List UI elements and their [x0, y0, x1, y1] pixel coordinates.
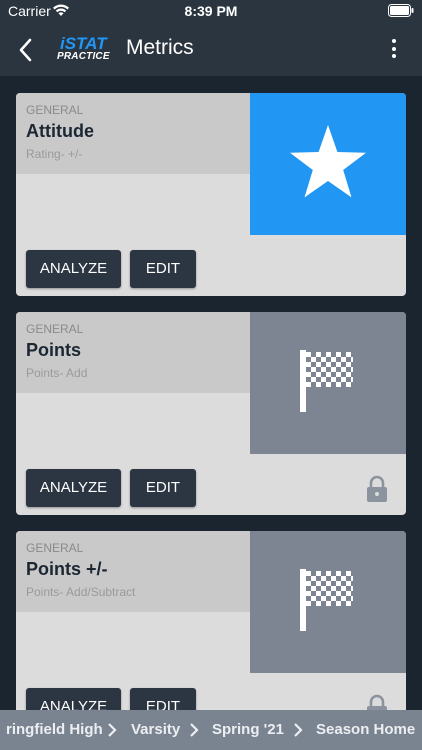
metric-title: Points — [26, 340, 82, 360]
status-bar: Carrier 8:39 PM — [0, 0, 422, 24]
metric-type: Points- Add — [26, 366, 88, 380]
more-vertical-icon — [390, 38, 398, 58]
edit-button[interactable]: EDIT — [130, 469, 196, 507]
metrics-list: GENERAL Attitude Rating- +/- ANALYZE EDI… — [0, 76, 422, 734]
star-icon — [290, 125, 366, 198]
card-header: GENERAL Points Points- Add — [16, 312, 250, 393]
metric-title: Points +/- — [26, 559, 108, 579]
metric-category: GENERAL — [26, 103, 84, 117]
page-title: Metrics — [126, 36, 194, 59]
breadcrumb-item-season[interactable]: Spring '21 — [212, 721, 284, 738]
istat-practice-logo: iSTAT PRACTICE — [57, 34, 115, 64]
more-options-button[interactable] — [390, 38, 398, 60]
chevron-right-icon — [107, 722, 117, 743]
clock-time: 8:39 PM — [184, 3, 238, 19]
metric-category: GENERAL — [26, 322, 84, 336]
chevron-right-icon — [189, 722, 199, 743]
metrics-screen: Carrier 8:39 PM iSTAT PRACTICE Metrics G… — [0, 0, 422, 750]
metric-card-points-plus-minus[interactable]: GENERAL Points +/- Points- Add/Subtract — [16, 531, 406, 734]
logo-subtitle: PRACTICE — [57, 51, 110, 62]
chevron-right-icon — [293, 722, 303, 743]
card-header: GENERAL Attitude Rating- +/- — [16, 93, 250, 174]
lock-icon — [366, 475, 388, 503]
analyze-button[interactable]: ANALYZE — [26, 250, 121, 288]
edit-button[interactable]: EDIT — [130, 250, 196, 288]
metric-image — [250, 93, 406, 235]
analyze-button[interactable]: ANALYZE — [26, 469, 121, 507]
metric-card-points[interactable]: GENERAL Points Points- Add ANALYZE EDIT — [16, 312, 406, 515]
metric-category: GENERAL — [26, 541, 84, 555]
breadcrumb-item-team[interactable]: Varsity — [131, 721, 180, 738]
breadcrumb-item-season-home[interactable]: Season Home — [316, 721, 415, 738]
battery-icon — [388, 4, 414, 22]
back-button[interactable] — [14, 36, 38, 64]
metric-type: Rating- +/- — [26, 147, 83, 161]
checkered-flag-icon — [300, 569, 353, 631]
metric-image — [250, 312, 406, 454]
metric-card-attitude[interactable]: GENERAL Attitude Rating- +/- ANALYZE EDI… — [16, 93, 406, 296]
nav-bar: iSTAT PRACTICE Metrics — [0, 24, 422, 76]
breadcrumb-item-school[interactable]: ringfield High — [6, 721, 103, 738]
metric-type: Points- Add/Subtract — [26, 585, 136, 599]
checkered-flag-icon — [300, 350, 353, 412]
chevron-left-icon — [19, 38, 32, 62]
breadcrumb: ringfield High Varsity Spring '21 Season… — [0, 710, 422, 750]
card-header: GENERAL Points +/- Points- Add/Subtract — [16, 531, 250, 612]
metric-title: Attitude — [26, 121, 94, 141]
metric-image — [250, 531, 406, 673]
